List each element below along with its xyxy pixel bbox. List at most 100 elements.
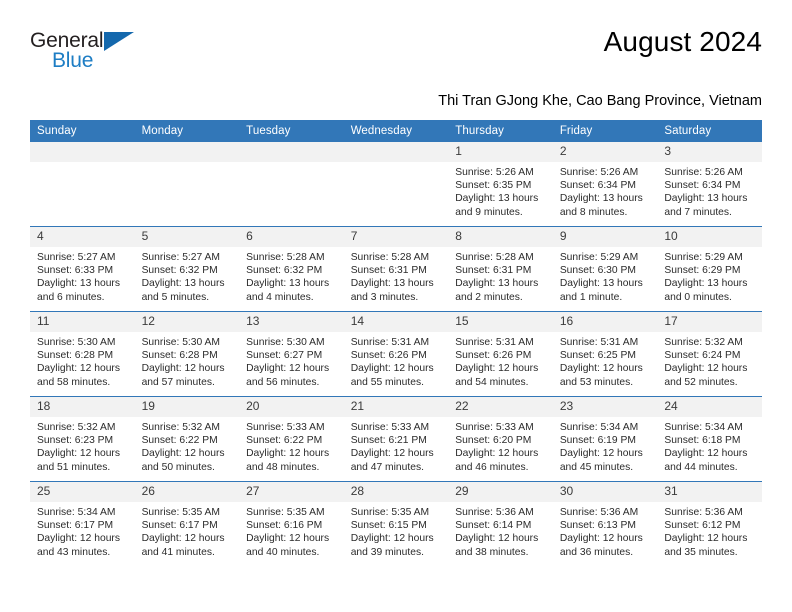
day-details: Sunrise: 5:31 AM Sunset: 6:25 PM Dayligh… bbox=[553, 332, 658, 389]
day-cell[interactable]: 4 Sunrise: 5:27 AM Sunset: 6:33 PM Dayli… bbox=[30, 226, 135, 312]
day-cell[interactable]: 27 Sunrise: 5:35 AM Sunset: 6:16 PM Dayl… bbox=[239, 481, 344, 566]
day-cell[interactable]: 30 Sunrise: 5:36 AM Sunset: 6:13 PM Dayl… bbox=[552, 481, 658, 566]
day-number: 6 bbox=[239, 227, 344, 247]
day-cell[interactable]: 1 Sunrise: 5:26 AM Sunset: 6:35 PM Dayli… bbox=[448, 142, 553, 227]
daylight-text-line2: and 4 minutes. bbox=[246, 291, 314, 303]
day-details: Sunrise: 5:26 AM Sunset: 6:35 PM Dayligh… bbox=[448, 162, 553, 219]
day-cell[interactable] bbox=[343, 142, 449, 227]
sunrise-text: Sunrise: 5:28 AM bbox=[350, 252, 430, 263]
sunrise-text: Sunrise: 5:28 AM bbox=[455, 252, 534, 263]
day-cell[interactable]: 6 Sunrise: 5:28 AM Sunset: 6:32 PM Dayli… bbox=[239, 226, 344, 312]
sunrise-text: Sunrise: 5:26 AM bbox=[455, 167, 534, 178]
day-number: 21 bbox=[343, 397, 449, 417]
sunrise-text: Sunrise: 5:30 AM bbox=[246, 337, 325, 348]
day-number bbox=[134, 142, 240, 162]
day-cell[interactable]: 12 Sunrise: 5:30 AM Sunset: 6:28 PM Dayl… bbox=[134, 311, 240, 397]
day-details: Sunrise: 5:32 AM Sunset: 6:24 PM Dayligh… bbox=[657, 332, 762, 389]
day-cell[interactable] bbox=[30, 142, 135, 227]
sunset-text: Sunset: 6:12 PM bbox=[664, 520, 741, 532]
day-cell[interactable]: 15 Sunrise: 5:31 AM Sunset: 6:26 PM Dayl… bbox=[448, 311, 553, 397]
daylight-text-line2: and 43 minutes. bbox=[37, 546, 111, 558]
sunrise-text: Sunrise: 5:36 AM bbox=[455, 507, 534, 518]
daylight-text-line1: Daylight: 12 hours bbox=[37, 448, 120, 460]
day-cell[interactable]: 26 Sunrise: 5:35 AM Sunset: 6:17 PM Dayl… bbox=[134, 481, 240, 566]
day-cell[interactable]: 14 Sunrise: 5:31 AM Sunset: 6:26 PM Dayl… bbox=[343, 311, 449, 397]
daylight-text-line1: Daylight: 12 hours bbox=[37, 363, 120, 375]
day-cell[interactable]: 3 Sunrise: 5:26 AM Sunset: 6:34 PM Dayli… bbox=[657, 142, 762, 227]
day-number: 16 bbox=[552, 312, 658, 332]
day-cell[interactable]: 10 Sunrise: 5:29 AM Sunset: 6:29 PM Dayl… bbox=[657, 226, 762, 312]
day-cell[interactable]: 8 Sunrise: 5:28 AM Sunset: 6:31 PM Dayli… bbox=[448, 226, 553, 312]
day-cell[interactable]: 25 Sunrise: 5:34 AM Sunset: 6:17 PM Dayl… bbox=[30, 481, 135, 566]
day-cell[interactable]: 29 Sunrise: 5:36 AM Sunset: 6:14 PM Dayl… bbox=[448, 481, 553, 566]
day-cell[interactable] bbox=[134, 142, 240, 227]
sunset-text: Sunset: 6:14 PM bbox=[455, 520, 532, 532]
daylight-text-line1: Daylight: 12 hours bbox=[350, 363, 434, 375]
daylight-text-line1: Daylight: 13 hours bbox=[559, 193, 643, 205]
day-cell[interactable]: 19 Sunrise: 5:32 AM Sunset: 6:22 PM Dayl… bbox=[134, 396, 240, 482]
day-details: Sunrise: 5:35 AM Sunset: 6:17 PM Dayligh… bbox=[135, 502, 240, 559]
sunset-text: Sunset: 6:28 PM bbox=[37, 350, 114, 362]
daylight-text-line2: and 52 minutes. bbox=[664, 376, 738, 388]
sunset-text: Sunset: 6:17 PM bbox=[141, 520, 218, 532]
sunrise-text: Sunrise: 5:30 AM bbox=[37, 337, 116, 348]
sunset-text: Sunset: 6:21 PM bbox=[350, 435, 427, 447]
day-cell[interactable]: 9 Sunrise: 5:29 AM Sunset: 6:30 PM Dayli… bbox=[552, 226, 658, 312]
day-cell[interactable] bbox=[239, 142, 344, 227]
day-number: 25 bbox=[30, 482, 135, 502]
sunrise-text: Sunrise: 5:31 AM bbox=[455, 337, 534, 348]
sunset-text: Sunset: 6:26 PM bbox=[455, 350, 532, 362]
daylight-text-line2: and 58 minutes. bbox=[37, 376, 111, 388]
sunset-text: Sunset: 6:23 PM bbox=[37, 435, 114, 447]
daylight-text-line2: and 39 minutes. bbox=[350, 546, 424, 558]
daylight-text-line2: and 0 minutes. bbox=[664, 291, 732, 303]
weekday-header-tuesday: Tuesday bbox=[239, 120, 344, 142]
sunset-text: Sunset: 6:16 PM bbox=[246, 520, 323, 532]
day-details: Sunrise: 5:35 AM Sunset: 6:16 PM Dayligh… bbox=[239, 502, 344, 559]
sunset-text: Sunset: 6:25 PM bbox=[559, 350, 636, 362]
sunset-text: Sunset: 6:26 PM bbox=[350, 350, 427, 362]
day-cell[interactable]: 16 Sunrise: 5:31 AM Sunset: 6:25 PM Dayl… bbox=[552, 311, 658, 397]
day-cell[interactable]: 22 Sunrise: 5:33 AM Sunset: 6:20 PM Dayl… bbox=[448, 396, 553, 482]
day-cell[interactable]: 23 Sunrise: 5:34 AM Sunset: 6:19 PM Dayl… bbox=[552, 396, 658, 482]
day-cell[interactable]: 7 Sunrise: 5:28 AM Sunset: 6:31 PM Dayli… bbox=[343, 226, 449, 312]
sunset-text: Sunset: 6:27 PM bbox=[246, 350, 323, 362]
day-number: 13 bbox=[239, 312, 344, 332]
day-cell[interactable]: 20 Sunrise: 5:33 AM Sunset: 6:22 PM Dayl… bbox=[239, 396, 344, 482]
day-number bbox=[30, 142, 135, 162]
sunset-text: Sunset: 6:34 PM bbox=[664, 180, 741, 192]
sunrise-text: Sunrise: 5:27 AM bbox=[141, 252, 220, 263]
day-cell[interactable]: 2 Sunrise: 5:26 AM Sunset: 6:34 PM Dayli… bbox=[552, 142, 658, 227]
daylight-text-line1: Daylight: 13 hours bbox=[246, 278, 330, 290]
day-cell[interactable]: 11 Sunrise: 5:30 AM Sunset: 6:28 PM Dayl… bbox=[30, 311, 135, 397]
logo-text-blue: Blue bbox=[52, 49, 94, 72]
day-cell[interactable]: 17 Sunrise: 5:32 AM Sunset: 6:24 PM Dayl… bbox=[657, 311, 762, 397]
day-number: 9 bbox=[552, 227, 658, 247]
day-details: Sunrise: 5:33 AM Sunset: 6:22 PM Dayligh… bbox=[239, 417, 344, 474]
day-cell[interactable]: 5 Sunrise: 5:27 AM Sunset: 6:32 PM Dayli… bbox=[134, 226, 240, 312]
daylight-text-line1: Daylight: 13 hours bbox=[455, 278, 539, 290]
general-blue-logo[interactable]: General Blue bbox=[30, 26, 150, 78]
day-number bbox=[343, 142, 449, 162]
day-details: Sunrise: 5:36 AM Sunset: 6:12 PM Dayligh… bbox=[657, 502, 762, 559]
day-number: 28 bbox=[343, 482, 449, 502]
day-number: 1 bbox=[448, 142, 553, 162]
day-details: Sunrise: 5:32 AM Sunset: 6:23 PM Dayligh… bbox=[30, 417, 135, 474]
day-number: 22 bbox=[448, 397, 553, 417]
day-number: 2 bbox=[552, 142, 658, 162]
sunrise-sunset-calendar: Sunday Monday Tuesday Wednesday Thursday… bbox=[30, 120, 762, 566]
day-cell[interactable]: 18 Sunrise: 5:32 AM Sunset: 6:23 PM Dayl… bbox=[30, 396, 135, 482]
day-number: 29 bbox=[448, 482, 553, 502]
day-details: Sunrise: 5:26 AM Sunset: 6:34 PM Dayligh… bbox=[553, 162, 658, 219]
day-cell[interactable]: 31 Sunrise: 5:36 AM Sunset: 6:12 PM Dayl… bbox=[657, 481, 762, 566]
daylight-text-line1: Daylight: 12 hours bbox=[37, 533, 120, 545]
day-cell[interactable]: 28 Sunrise: 5:35 AM Sunset: 6:15 PM Dayl… bbox=[343, 481, 449, 566]
day-number: 12 bbox=[134, 312, 240, 332]
daylight-text-line1: Daylight: 12 hours bbox=[141, 448, 225, 460]
day-cell[interactable]: 24 Sunrise: 5:34 AM Sunset: 6:18 PM Dayl… bbox=[657, 396, 762, 482]
daylight-text-line2: and 36 minutes. bbox=[559, 546, 634, 558]
day-cell[interactable]: 13 Sunrise: 5:30 AM Sunset: 6:27 PM Dayl… bbox=[239, 311, 344, 397]
weekday-header-thursday: Thursday bbox=[448, 120, 553, 142]
day-cell[interactable]: 21 Sunrise: 5:33 AM Sunset: 6:21 PM Dayl… bbox=[343, 396, 449, 482]
sunrise-text: Sunrise: 5:29 AM bbox=[559, 252, 639, 263]
